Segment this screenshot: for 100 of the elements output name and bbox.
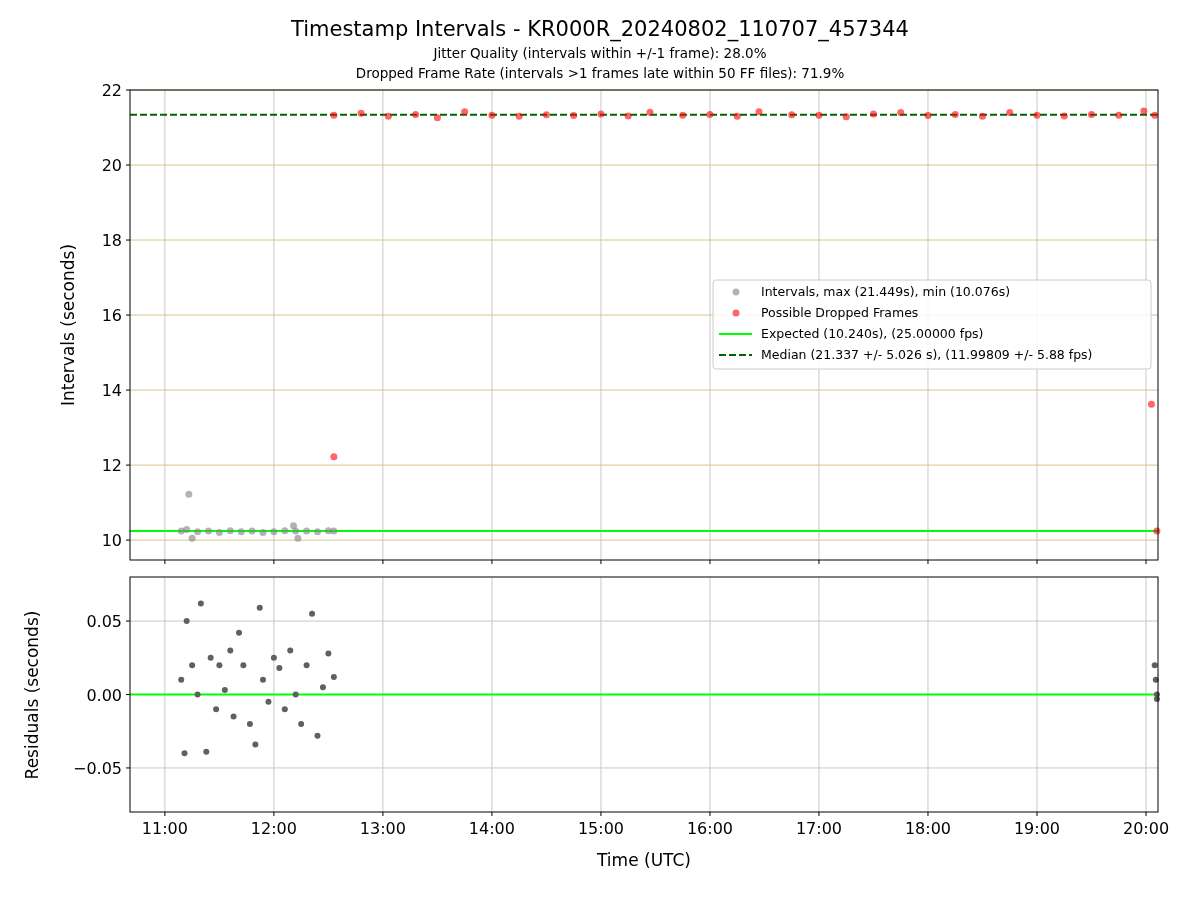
legend-label: Median (21.337 +/- 5.026 s), (11.99809 +/- 5.88 fps) xyxy=(761,347,1093,362)
legend-marker xyxy=(718,333,753,335)
chart-subtitle: Dropped Frame Rate (intervals >1 frames late within 50 FF files): 71.9% xyxy=(355,64,845,83)
data-point xyxy=(309,610,316,617)
data-point xyxy=(1151,662,1158,669)
data-point xyxy=(1006,109,1014,116)
x-tick-label: 15:00 xyxy=(577,819,624,838)
x-tick-label: 11:00 xyxy=(141,819,188,838)
data-point xyxy=(384,112,392,120)
y-tick-label: 12 xyxy=(101,456,122,476)
data-point xyxy=(205,527,212,535)
data-point xyxy=(515,112,523,120)
data-point xyxy=(597,110,605,118)
data-point xyxy=(1140,107,1148,115)
data-point xyxy=(706,110,714,118)
data-point xyxy=(842,113,850,121)
data-point xyxy=(287,647,294,654)
data-point xyxy=(230,713,237,720)
data-point xyxy=(330,111,338,119)
data-point xyxy=(314,528,321,536)
data-point xyxy=(897,109,905,116)
legend-label: Possible Dropped Frames xyxy=(761,305,919,320)
data-point xyxy=(488,111,496,119)
data-point xyxy=(178,676,185,683)
x-tick-label: 16:00 xyxy=(686,819,733,838)
legend-marker xyxy=(718,354,753,356)
data-point xyxy=(194,691,201,698)
data-point xyxy=(276,665,283,672)
data-point xyxy=(330,453,338,461)
data-point xyxy=(197,600,204,607)
data-point xyxy=(542,111,550,119)
data-point xyxy=(1151,111,1159,119)
data-point xyxy=(252,741,259,748)
x-tick-label: 18:00 xyxy=(904,819,952,838)
y-axis-label: Intervals (seconds) xyxy=(58,243,78,407)
data-point xyxy=(203,748,210,755)
data-point xyxy=(314,732,321,739)
y-tick-label: 14 xyxy=(101,381,122,401)
data-point xyxy=(869,110,877,118)
data-point xyxy=(240,662,247,669)
data-point xyxy=(570,112,578,119)
data-point xyxy=(181,750,188,757)
data-point xyxy=(227,647,234,654)
y-tick-label: 10 xyxy=(101,531,122,551)
data-point xyxy=(292,691,299,698)
data-point xyxy=(319,684,326,691)
data-point xyxy=(216,662,223,669)
y-tick-label: 16 xyxy=(101,306,122,326)
x-tick-label: 20:00 xyxy=(1122,819,1170,838)
data-point xyxy=(189,662,196,669)
y-tick-label: 0.00 xyxy=(86,685,122,705)
data-point xyxy=(433,114,441,122)
data-point xyxy=(815,111,823,119)
data-point xyxy=(259,529,267,537)
data-point xyxy=(298,720,305,727)
data-point xyxy=(1147,400,1155,408)
data-point xyxy=(1115,111,1123,119)
data-point xyxy=(924,112,932,119)
y-axis-label: Residuals (seconds) xyxy=(22,610,42,780)
data-point xyxy=(303,662,310,669)
data-point xyxy=(755,108,763,116)
x-tick-label: 17:00 xyxy=(795,819,842,838)
data-point xyxy=(1033,111,1041,119)
data-point xyxy=(236,629,242,636)
data-point xyxy=(237,528,245,536)
data-point xyxy=(330,673,337,680)
chart-title: Timestamp Intervals - KR000R_20240802_110707_457344 xyxy=(291,16,909,43)
data-point xyxy=(248,527,256,535)
legend-label: Intervals, max (21.449s), min (10.076s) xyxy=(761,284,1011,299)
data-point xyxy=(207,654,214,661)
data-point xyxy=(256,604,263,611)
data-point xyxy=(183,618,190,625)
data-point xyxy=(185,490,193,498)
data-point xyxy=(265,698,272,705)
data-point xyxy=(412,110,420,118)
y-tick-label: 20 xyxy=(101,156,122,175)
data-point xyxy=(1152,676,1159,683)
data-point xyxy=(624,112,632,120)
legend-marker xyxy=(732,288,740,296)
data-point xyxy=(1060,112,1068,120)
data-point xyxy=(213,706,220,713)
data-point xyxy=(221,687,228,694)
data-point xyxy=(281,706,288,713)
data-point xyxy=(733,112,741,120)
y-tick-label: 0.05 xyxy=(86,612,122,632)
data-point xyxy=(226,527,234,535)
legend-marker xyxy=(732,309,740,317)
x-tick-label: 19:00 xyxy=(1013,819,1061,838)
data-point xyxy=(357,109,365,117)
data-point xyxy=(260,676,266,683)
data-point xyxy=(246,720,253,727)
x-axis-label: Time (UTC) xyxy=(597,850,691,870)
y-tick-label: −0.05 xyxy=(72,758,122,778)
chart-subtitle: Jitter Quality (intervals within +/-1 frame): 28.0% xyxy=(433,44,767,63)
x-tick-label: 13:00 xyxy=(359,819,406,838)
data-point xyxy=(1153,527,1161,535)
data-point xyxy=(646,108,654,116)
data-point xyxy=(325,650,332,657)
data-point xyxy=(461,108,469,116)
legend-label: Expected (10.240s), (25.00000 fps) xyxy=(761,326,984,341)
